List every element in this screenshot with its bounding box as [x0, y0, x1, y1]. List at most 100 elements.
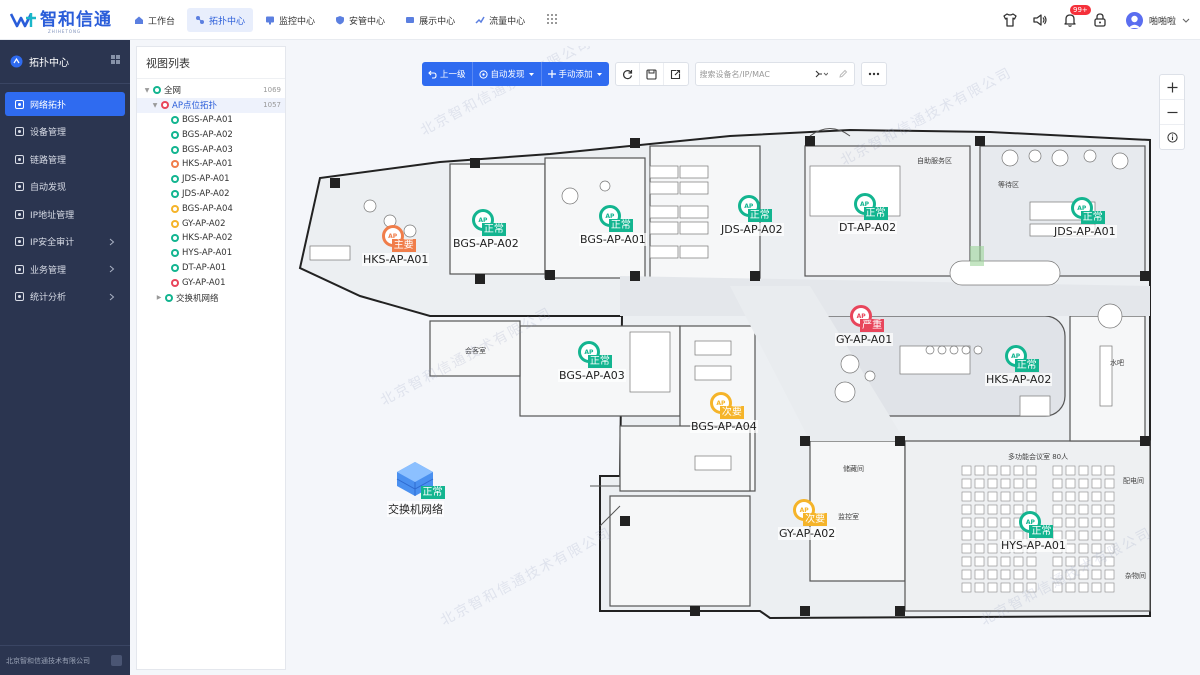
tree-item[interactable]: JDS-AP-A02: [137, 187, 285, 202]
ap-marker[interactable]: AP 主要 HKS-AP-A01: [362, 224, 430, 266]
meeting-chair: [1104, 582, 1115, 593]
display-icon: [406, 17, 415, 23]
manual-add-label: 手动添加: [558, 70, 593, 80]
monitor-icon: [266, 16, 275, 25]
stats-icon: [15, 292, 24, 301]
zoom-in-button[interactable]: [1160, 75, 1184, 100]
ap-label: JDS-AP-A01: [1053, 225, 1117, 238]
status-dot-icon: [171, 234, 179, 243]
topnav-item-0[interactable]: 工作台: [126, 8, 183, 32]
tree-item[interactable]: HKS-AP-A02: [137, 231, 285, 246]
sidebar-item-label: 设备管理: [30, 128, 67, 138]
topnav-item-3[interactable]: 安管中心: [327, 8, 393, 32]
topnav-item-5[interactable]: 流量中心: [467, 8, 533, 32]
tshirt-icon[interactable]: [1002, 12, 1018, 28]
tree-item[interactable]: BGS-AP-A04: [137, 201, 285, 216]
brand-logo[interactable]: 智和信通 ZHIHETONG: [10, 8, 112, 34]
manual-add-button[interactable]: 手动添加: [542, 62, 609, 86]
collapse-grid-icon[interactable]: [111, 55, 120, 64]
sidebar-item-7[interactable]: 统计分析: [5, 285, 125, 309]
sidebar-item-0[interactable]: 网络拓扑: [5, 92, 125, 116]
zoom-out-button[interactable]: [1160, 100, 1184, 125]
meeting-chair: [1091, 491, 1102, 502]
caret-down-icon[interactable]: ▼: [143, 87, 151, 94]
chevron-right-icon: [109, 238, 115, 245]
tree-root[interactable]: ▼ 全网 1069: [137, 83, 285, 98]
room-waiting: 等待区: [998, 181, 1019, 189]
tree-item[interactable]: GY-AP-A01: [137, 275, 285, 290]
switch-node-label: 交换机网络: [387, 501, 444, 517]
meeting-chair: [1078, 517, 1089, 528]
map-actions: [614, 62, 689, 86]
search-input[interactable]: [699, 69, 810, 79]
apps-grid-icon[interactable]: [547, 14, 557, 24]
meeting-chair: [1026, 465, 1037, 476]
tree-item[interactable]: DT-AP-A01: [137, 261, 285, 276]
tree-item[interactable]: JDS-AP-A01: [137, 172, 285, 187]
meeting-chair: [1065, 517, 1076, 528]
caret-down-icon[interactable]: ▼: [151, 102, 159, 109]
sidebar-item-2[interactable]: 链路管理: [5, 147, 125, 171]
meeting-chair: [961, 530, 972, 541]
ap-marker[interactable]: AP 正常 JDS-AP-A02: [720, 194, 784, 236]
fold-menu-icon[interactable]: [111, 655, 122, 666]
export-button[interactable]: [664, 63, 688, 85]
sidebar-item-5[interactable]: IP安全审计: [5, 230, 125, 254]
tree-item[interactable]: BGS-AP-A02: [137, 127, 285, 142]
ap-marker[interactable]: AP 严重 GY-AP-A01: [835, 304, 894, 346]
auto-discover-button[interactable]: 自动发现: [473, 62, 542, 86]
refresh-button[interactable]: [616, 63, 640, 85]
sidebar-item-3[interactable]: 自动发现: [5, 175, 125, 199]
device-search: [694, 62, 855, 86]
ap-marker[interactable]: AP 正常 BGS-AP-A01: [579, 204, 647, 246]
topology-map[interactable]: 自助服务区 等待区 会客室 水吧 储藏间 监控室 多功能会议室 80人 配电间 …: [290, 46, 1195, 670]
ap-badge: AP 正常: [1018, 510, 1054, 540]
export-icon: [670, 69, 681, 79]
meeting-chair: [961, 556, 972, 567]
meeting-chair: [1104, 478, 1115, 489]
ap-marker[interactable]: AP 次要 BGS-AP-A04: [690, 391, 758, 433]
business-icon: [15, 264, 24, 274]
topnav-item-1[interactable]: 拓扑中心: [187, 8, 254, 32]
chevron-right-icon: [109, 265, 115, 273]
tree-item[interactable]: BGS-AP-A01: [137, 113, 285, 128]
ap-marker[interactable]: AP 正常 BGS-AP-A02: [452, 208, 520, 250]
tree-item[interactable]: HYS-AP-A01: [137, 246, 285, 261]
save-button[interactable]: [640, 63, 664, 85]
lock-icon[interactable]: [1092, 12, 1108, 28]
switch-network-node[interactable]: 正常 交换机网络: [387, 458, 445, 517]
sidebar-item-6[interactable]: 业务管理: [5, 257, 125, 281]
user-menu[interactable]: 啪啪啦: [1125, 11, 1190, 29]
room-meeting: 多功能会议室 80人: [1008, 453, 1069, 461]
ap-marker[interactable]: AP 正常 HKS-AP-A02: [985, 344, 1053, 386]
tree-item[interactable]: GY-AP-A02: [137, 216, 285, 231]
tree-item[interactable]: HKS-AP-A01: [137, 157, 285, 172]
topnav-item-2[interactable]: 监控中心: [257, 8, 323, 32]
tree-switch-group[interactable]: ▶ 交换机网络: [137, 290, 285, 305]
edit-button[interactable]: [832, 63, 854, 85]
sidebar-item-4[interactable]: IP地址管理: [5, 202, 125, 226]
topnav-item-4[interactable]: 展示中心: [397, 8, 463, 32]
tree-group-ap[interactable]: ▼ AP点位拓扑 1057: [137, 97, 285, 113]
volume-icon[interactable]: [1032, 12, 1048, 28]
status-dot-icon: [171, 145, 179, 154]
ap-marker[interactable]: AP 正常 DT-AP-A02: [838, 192, 898, 234]
ap-marker[interactable]: AP 次要 GY-AP-A02: [778, 498, 837, 540]
meeting-chair: [974, 465, 985, 476]
ap-marker[interactable]: AP 正常 BGS-AP-A03: [558, 340, 626, 382]
ap-marker[interactable]: AP 正常 JDS-AP-A01: [1053, 196, 1117, 238]
sidebar-item-1[interactable]: 设备管理: [5, 120, 125, 144]
meeting-chair: [1052, 569, 1063, 580]
layout-button[interactable]: [810, 63, 832, 85]
go-up-button[interactable]: 上一级: [422, 62, 473, 86]
ip-icon: [15, 209, 24, 219]
meeting-chair: [1091, 504, 1102, 515]
ap-status-tag: 正常: [608, 219, 633, 232]
more-button[interactable]: [860, 62, 887, 86]
info-button[interactable]: [1160, 125, 1184, 150]
ap-marker[interactable]: AP 正常 HYS-AP-A01: [1000, 510, 1067, 552]
tree-item[interactable]: BGS-AP-A03: [137, 142, 285, 157]
return-icon: [428, 70, 437, 79]
notification-bell[interactable]: 99+: [1062, 5, 1091, 28]
caret-right-icon[interactable]: ▶: [155, 294, 163, 301]
